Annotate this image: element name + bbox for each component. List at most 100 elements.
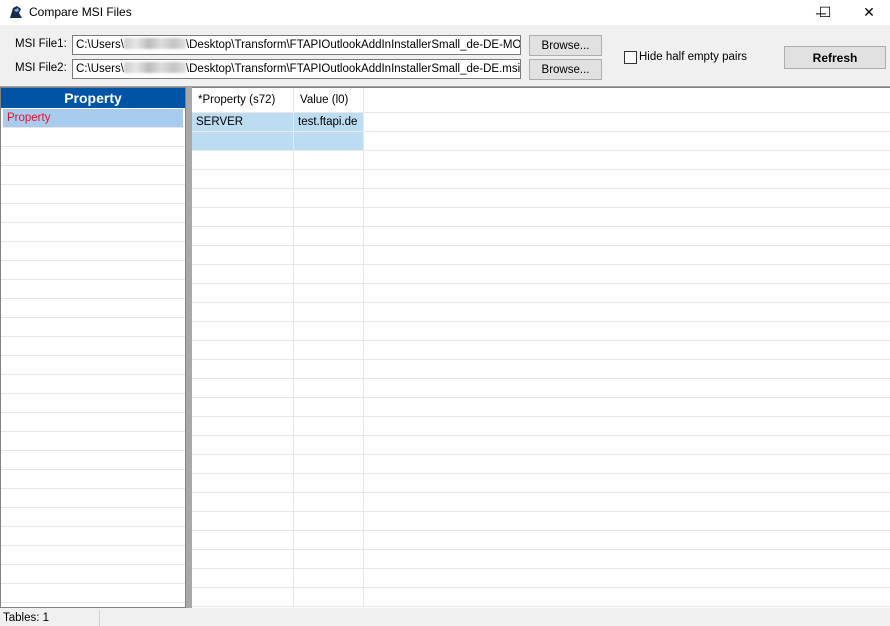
grid-cell[interactable] <box>192 512 294 530</box>
grid-cell[interactable] <box>192 246 294 264</box>
grid-cell[interactable] <box>294 398 364 416</box>
grid-cell[interactable] <box>192 303 294 321</box>
grid-cell[interactable]: test.ftapi.de <box>294 113 364 131</box>
table-row[interactable] <box>192 360 890 379</box>
grid-cell[interactable] <box>294 284 364 302</box>
grid-cell[interactable] <box>294 303 364 321</box>
grid-cell[interactable] <box>192 550 294 568</box>
grid-header: *Property (s72) Value (l0) <box>192 88 890 113</box>
table-row[interactable] <box>192 208 890 227</box>
grid-cell[interactable] <box>294 132 364 150</box>
browse-file2-button[interactable]: Browse... <box>529 59 602 80</box>
grid-cell[interactable] <box>294 322 364 340</box>
close-button[interactable]: ✕ <box>846 0 890 25</box>
table-list-item[interactable]: Property <box>3 109 183 128</box>
grid-cell[interactable] <box>192 208 294 226</box>
status-bar: Tables: 1 <box>0 608 890 626</box>
grid-cell[interactable] <box>294 341 364 359</box>
grid-cell[interactable] <box>192 284 294 302</box>
table-row[interactable]: SERVER test.ftapi.de <box>192 113 890 132</box>
grid-cell[interactable] <box>192 569 294 587</box>
grid-cell[interactable] <box>192 455 294 473</box>
grid-cell[interactable] <box>192 189 294 207</box>
grid-cell[interactable] <box>294 436 364 454</box>
grid-cell[interactable] <box>294 588 364 606</box>
grid-cell[interactable] <box>192 398 294 416</box>
refresh-button[interactable]: Refresh <box>784 46 886 69</box>
grid-cell[interactable] <box>192 170 294 188</box>
table-row[interactable] <box>192 341 890 360</box>
column-header[interactable]: Value (l0) <box>294 88 364 112</box>
table-row[interactable] <box>192 569 890 588</box>
grid-cell[interactable] <box>192 360 294 378</box>
table-row[interactable] <box>192 303 890 322</box>
table-row[interactable] <box>192 455 890 474</box>
grid-cell[interactable] <box>294 550 364 568</box>
hide-half-empty-checkbox[interactable] <box>624 51 637 64</box>
grid-cell[interactable] <box>294 360 364 378</box>
blurred-username <box>123 62 186 73</box>
table-row[interactable] <box>192 512 890 531</box>
table-row[interactable] <box>192 265 890 284</box>
grid-cell[interactable] <box>294 379 364 397</box>
table-row[interactable] <box>192 550 890 569</box>
grid-cell[interactable] <box>192 379 294 397</box>
grid-cell[interactable] <box>192 436 294 454</box>
grid-cell[interactable] <box>294 189 364 207</box>
table-row[interactable] <box>192 531 890 550</box>
grid-cell[interactable] <box>192 151 294 169</box>
grid-cell[interactable] <box>294 170 364 188</box>
hide-half-empty-label[interactable]: Hide half empty pairs <box>639 51 747 63</box>
table-row[interactable] <box>192 189 890 208</box>
table-row[interactable] <box>192 436 890 455</box>
table-row[interactable] <box>192 227 890 246</box>
table-row[interactable] <box>192 284 890 303</box>
grid-cell[interactable] <box>192 322 294 340</box>
table-row[interactable] <box>192 474 890 493</box>
grid-cell[interactable] <box>192 474 294 492</box>
column-header[interactable]: *Property (s72) <box>192 88 294 112</box>
grid-cell[interactable] <box>192 265 294 283</box>
grid-cell[interactable] <box>294 246 364 264</box>
table-row[interactable] <box>192 379 890 398</box>
grid-cell[interactable] <box>294 208 364 226</box>
table-row[interactable] <box>192 132 890 151</box>
msi-file1-label: MSI File1: <box>15 38 67 50</box>
grid-cell[interactable] <box>294 493 364 511</box>
tables-list[interactable]: Property Property <box>0 87 186 608</box>
grid-cell[interactable] <box>294 569 364 587</box>
grid-cell[interactable] <box>294 512 364 530</box>
table-row[interactable] <box>192 398 890 417</box>
grid-cell[interactable] <box>192 531 294 549</box>
table-row[interactable] <box>192 246 890 265</box>
grid-cell[interactable]: SERVER <box>192 113 294 131</box>
msi-file1-input[interactable]: C:\Users\ \Desktop\Transform\FTAPIOutlook… <box>72 35 521 55</box>
grid-cell[interactable] <box>192 417 294 435</box>
maximize-button[interactable]: ☐ <box>802 0 848 25</box>
grid-cell[interactable] <box>192 132 294 150</box>
empty-row <box>1 318 185 337</box>
msi-file2-input[interactable]: C:\Users\ \Desktop\Transform\FTAPIOutlook… <box>72 59 521 79</box>
grid-cell[interactable] <box>294 455 364 473</box>
grid-cell[interactable] <box>294 417 364 435</box>
grid-cell[interactable] <box>192 588 294 606</box>
grid-cell[interactable] <box>192 341 294 359</box>
grid-cell[interactable] <box>294 265 364 283</box>
empty-row <box>1 413 185 432</box>
browse-file1-button[interactable]: Browse... <box>529 35 602 56</box>
empty-row <box>1 508 185 527</box>
grid-cell[interactable] <box>192 493 294 511</box>
grid-cell[interactable] <box>294 151 364 169</box>
empty-row <box>1 394 185 413</box>
table-row[interactable] <box>192 151 890 170</box>
grid-cell[interactable] <box>294 474 364 492</box>
table-row[interactable] <box>192 322 890 341</box>
table-row[interactable] <box>192 588 890 607</box>
table-row[interactable] <box>192 417 890 436</box>
grid-cell[interactable] <box>192 227 294 245</box>
grid-cell[interactable] <box>294 227 364 245</box>
table-row[interactable] <box>192 170 890 189</box>
grid-cell[interactable] <box>294 531 364 549</box>
table-row[interactable] <box>192 493 890 512</box>
data-grid[interactable]: *Property (s72) Value (l0) SERVER test.ft… <box>192 87 890 608</box>
